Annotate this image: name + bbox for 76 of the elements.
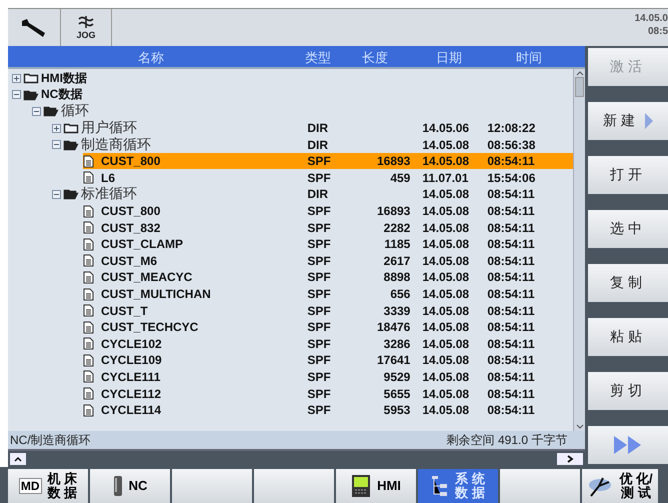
softkey-button[interactable]: 剪切	[588, 372, 668, 410]
file-list-row[interactable]: CUST_M6 SPF 2617 14.05.08 08:54:11	[83, 252, 574, 269]
document-icon	[83, 270, 94, 284]
monitor-icon	[351, 474, 372, 498]
file-list-row[interactable]: 标准循环 DIR 14.05.08 08:54:11	[63, 186, 574, 202]
triangle-icon	[645, 113, 654, 129]
wave-icon	[77, 16, 95, 30]
document-icon	[83, 204, 94, 218]
softkey-button[interactable]: NC	[90, 469, 170, 503]
column-header[interactable]: 长度	[362, 49, 388, 67]
file-list-row[interactable]: CYCLE109 SPF 17641 14.05.08 08:54:11	[83, 352, 574, 368]
file-list-row[interactable]: CUST_T SPF 3339 14.05.08 08:54:11	[83, 302, 574, 319]
softkey-button[interactable]: 系 统 数 据	[418, 469, 498, 503]
expander-icon[interactable]	[52, 140, 61, 150]
scroll-thumb[interactable]	[575, 77, 584, 97]
file-list-row[interactable]: NC数据	[23, 86, 574, 103]
path-text: NC/制造商循环	[10, 432, 91, 448]
softkey-button[interactable]: 复制	[588, 264, 668, 302]
chevron-up-icon[interactable]	[574, 69, 585, 77]
date-text: 14.05.0	[634, 12, 668, 25]
softkey-button[interactable]: HMI	[336, 469, 416, 503]
expander-icon[interactable]	[52, 124, 61, 133]
file-list-row[interactable]: CYCLE114 SPF 5953 14.05.08 08:54:11	[83, 402, 574, 418]
scroll-right-button[interactable]	[557, 453, 584, 465]
column-header[interactable]: 名称	[138, 49, 164, 67]
document-icon	[83, 387, 94, 400]
document-icon	[83, 370, 94, 384]
file-list-row[interactable]: CUST_MEACYC SPF 8898 14.05.08 08:54:11	[83, 269, 574, 286]
file-list-row[interactable]: 循环	[43, 103, 574, 120]
time-text: 08:5	[648, 25, 668, 38]
file-list-row[interactable]: CUST_832 SPF 2282 14.05.08 08:54:11	[83, 220, 574, 236]
document-icon	[83, 288, 94, 301]
file-list-row[interactable]: CUST_CLAMP SPF 1185 14.05.08 08:54:11	[83, 236, 574, 252]
document-icon	[83, 337, 94, 350]
vertical-scrollbar[interactable]	[573, 69, 586, 431]
softkey-button[interactable]	[588, 426, 668, 464]
file-list-row[interactable]: CYCLE112 SPF 5655 14.05.08 08:54:11	[83, 386, 574, 402]
expander-icon[interactable]	[52, 190, 61, 199]
chevron-up-icon	[13, 455, 23, 463]
softkey-button[interactable]: 选中	[588, 210, 668, 248]
chevron-down-icon[interactable]	[574, 423, 585, 431]
file-list-row[interactable]: CYCLE111 SPF 9529 14.05.08 08:54:11	[83, 368, 574, 385]
horizontal-scrollbar[interactable]	[8, 451, 586, 467]
column-header[interactable]: 时间	[516, 49, 542, 67]
file-list-row[interactable]: 用户循环 DIR 14.05.06 12:08:22	[63, 120, 574, 136]
free-space-text: 剩余空间 491.0 千字节	[446, 432, 568, 448]
file-list-row[interactable]: CYCLE102 SPF 3286 14.05.08 08:54:11	[83, 336, 574, 352]
document-icon	[83, 171, 94, 184]
expander-icon[interactable]	[12, 74, 21, 83]
chevron-right-icon	[565, 455, 576, 463]
document-icon	[83, 404, 94, 417]
softkey-button[interactable]: 优 化/ 测 试	[582, 469, 658, 503]
tree-icon	[431, 474, 450, 498]
document-icon	[83, 354, 94, 367]
column-header[interactable]: 类型	[305, 49, 331, 67]
file-list-row[interactable]: CUST_800 SPF 16893 14.05.08 08:54:11	[83, 203, 574, 220]
expander-icon[interactable]	[12, 90, 21, 100]
file-list-row[interactable]: CUST_TECHCYC SPF 18476 14.05.08 08:54:11	[83, 319, 574, 336]
expander-icon[interactable]	[32, 106, 41, 116]
file-list-row[interactable]: HMI数据	[23, 70, 574, 86]
file-list-row[interactable]: L6 SPF 459 11.07.01 15:54:06	[83, 170, 574, 186]
column-header[interactable]: 日期	[436, 49, 462, 67]
document-icon	[83, 221, 94, 234]
document-icon	[83, 254, 94, 268]
cabinet-icon	[112, 475, 123, 497]
file-list-row[interactable]: 制造商循环 DIR 14.05.08 08:56:38	[63, 136, 574, 153]
document-icon	[83, 304, 94, 318]
file-list-row[interactable]: CUST_MULTICHAN SPF 656 14.05.08 08:54:11	[83, 286, 574, 302]
scroll-up-button[interactable]	[10, 453, 26, 465]
document-icon	[83, 238, 94, 251]
softkey-button[interactable]: 打开	[588, 156, 668, 194]
softkey-button[interactable]: 新建	[588, 102, 668, 140]
document-icon	[83, 320, 94, 334]
file-list-row[interactable]: CUST_800 SPF 16893 14.05.08 08:54:11	[83, 153, 574, 170]
document-icon	[83, 154, 94, 168]
softkey-button[interactable]: 粘贴	[588, 318, 668, 356]
